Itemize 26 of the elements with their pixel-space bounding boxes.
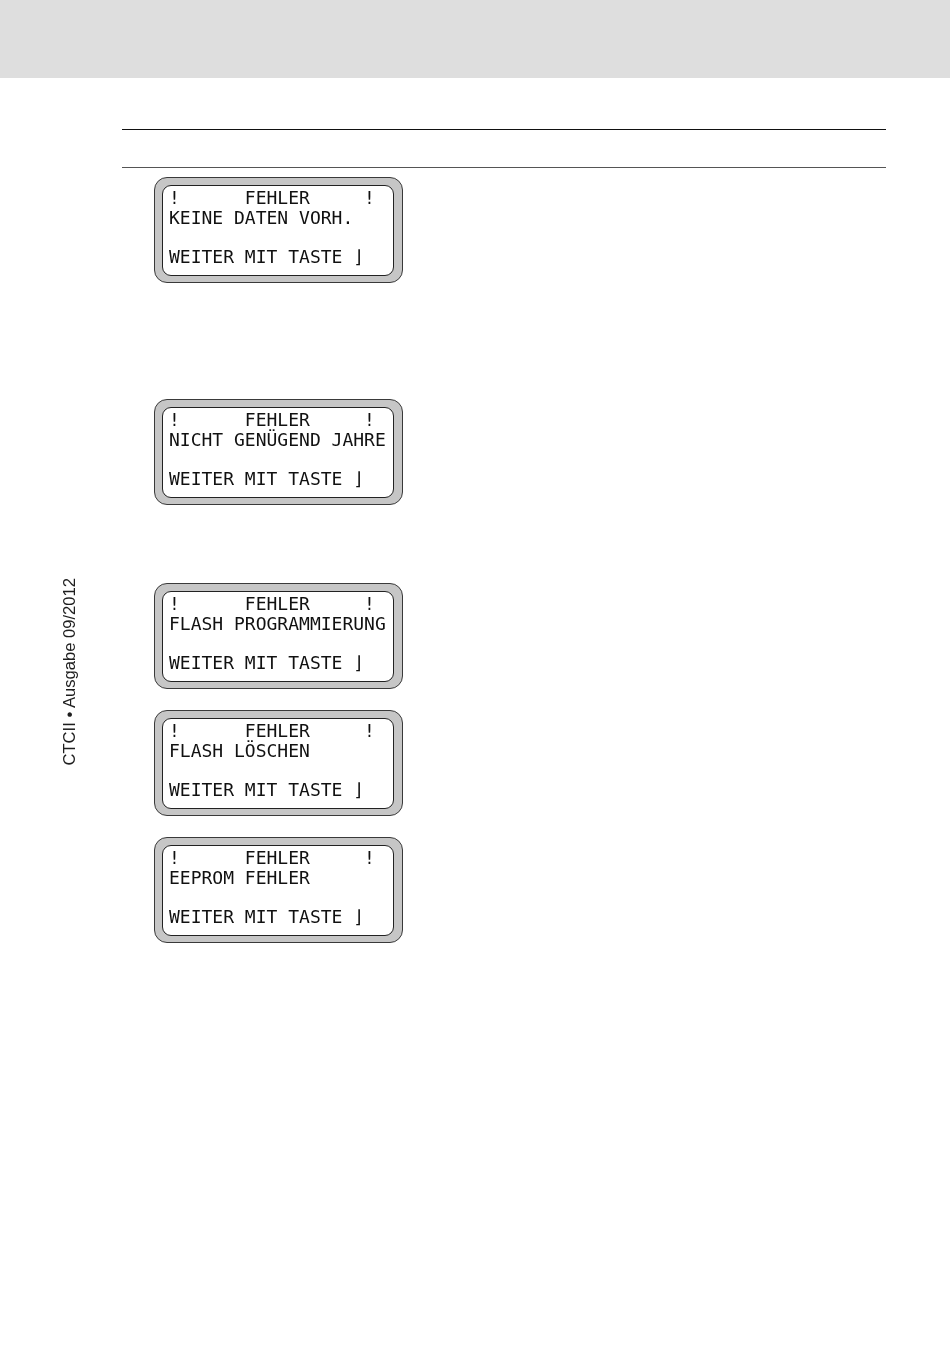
alert-mark: !	[364, 721, 375, 741]
error-title: FEHLER	[244, 721, 310, 741]
continue-prompt: WEITER MIT TASTE ⌋	[169, 907, 365, 927]
continue-prompt: WEITER MIT TASTE ⌋	[169, 247, 365, 267]
alert-mark: !	[364, 594, 375, 614]
continue-prompt: WEITER MIT TASTE ⌋	[169, 780, 365, 800]
error-title: FEHLER	[244, 594, 310, 614]
alert-mark: !	[169, 188, 180, 208]
edition-footer: CTCII • Ausgabe 09/2012	[61, 578, 78, 766]
error-title: FEHLER	[244, 848, 310, 868]
alert-mark: !	[169, 594, 180, 614]
alert-mark: !	[364, 848, 375, 868]
error-message: NICHT GENÜGEND JAHRE	[169, 430, 386, 450]
error-title: FEHLER	[244, 188, 310, 208]
error-message: KEINE DATEN VORH.	[169, 208, 354, 228]
alert-mark: !	[364, 188, 375, 208]
error-message: FLASH LÖSCHEN	[169, 741, 310, 761]
alert-mark: !	[169, 721, 180, 741]
alert-mark: !	[364, 410, 375, 430]
error-message: EEPROM FEHLER	[169, 868, 310, 888]
continue-prompt: WEITER MIT TASTE ⌋	[169, 469, 365, 489]
alert-mark: !	[169, 848, 180, 868]
alert-mark: !	[169, 410, 180, 430]
error-message: FLASH PROGRAMMIERUNG	[169, 614, 386, 634]
continue-prompt: WEITER MIT TASTE ⌋	[169, 653, 365, 673]
error-title: FEHLER	[244, 410, 310, 430]
